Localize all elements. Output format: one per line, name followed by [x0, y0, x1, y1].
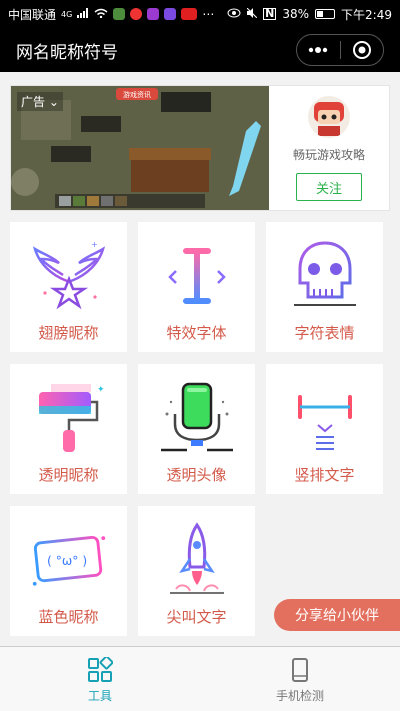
skull-icon: [285, 236, 365, 316]
vertical-text-icon: [285, 378, 365, 458]
mute-icon: [246, 7, 258, 21]
battery-percent: 38%: [282, 7, 310, 21]
nav-bar: 网名昵称符号: [0, 28, 400, 72]
close-button[interactable]: [341, 35, 384, 65]
more-notifications-icon: ⋯: [202, 7, 215, 21]
emoticon-card-icon: ( °ω° ): [29, 520, 109, 600]
ad-banner[interactable]: 游戏资讯 广告 ⌄ 畅玩游戏攻略 关注: [10, 85, 390, 211]
tool-label: 翅膀昵称: [38, 324, 99, 342]
battery-icon: [315, 9, 336, 19]
tool-tile-vertical-text[interactable]: 竖排文字: [266, 364, 383, 494]
tab-tools[interactable]: 工具: [0, 647, 200, 711]
avatar[interactable]: [308, 96, 350, 138]
text-cursor-icon: [157, 236, 237, 316]
share-button[interactable]: 分享给小伙伴: [274, 599, 400, 631]
more-button[interactable]: [297, 35, 340, 65]
app-notification-icon: [181, 8, 198, 20]
tool-label: 特效字体: [166, 324, 227, 342]
tool-tile-emoticons[interactable]: 字符表情: [266, 222, 383, 352]
tab-label: 手机检测: [275, 689, 324, 703]
emoticon-text: ( °ω° ): [46, 554, 86, 568]
clock: 下午2:49: [341, 7, 392, 22]
tool-label: 竖排文字: [294, 466, 355, 484]
tool-label: 透明昵称: [38, 466, 99, 484]
account-name: 畅玩游戏攻略: [292, 148, 365, 162]
carrier-label: 中国联通: [8, 7, 57, 22]
ad-tag[interactable]: 广告 ⌄: [17, 92, 63, 111]
chevron-down-icon: ⌄: [48, 95, 59, 109]
tool-label: 字符表情: [294, 324, 355, 342]
phone-icon: [292, 658, 308, 682]
tool-tile-scream-text[interactable]: 尖叫文字: [138, 506, 255, 636]
svg-text:✦: ✦: [97, 385, 105, 395]
avatar-image: [308, 96, 350, 138]
tool-tile-transparent-nickname[interactable]: ✦ 透明昵称: [10, 364, 127, 494]
wifi-icon: [94, 7, 108, 21]
ad-tag-label: 广告: [21, 95, 46, 109]
close-target-icon: [352, 41, 371, 59]
tool-tile-transparent-avatar[interactable]: 透明头像: [138, 364, 255, 494]
miniprogram-capsule: [296, 34, 384, 66]
nfc-icon: N: [263, 7, 277, 20]
tool-tile-blue-nickname[interactable]: ( °ω° ) 蓝色昵称: [10, 506, 127, 636]
app-notification-icon: [164, 8, 177, 20]
game-badge-text: 游戏资讯: [123, 90, 151, 99]
app-notification-icon: [130, 8, 143, 20]
more-dots-icon: [309, 47, 328, 53]
wings-star-icon: +: [29, 236, 109, 316]
follow-button[interactable]: 关注: [296, 173, 362, 201]
ad-account: 畅玩游戏攻略 关注: [269, 86, 389, 210]
tool-label: 蓝色昵称: [38, 608, 99, 626]
tab-phone-check[interactable]: 手机检测: [200, 647, 400, 711]
tool-tile-wings[interactable]: + 翅膀昵称: [10, 222, 127, 352]
signal-icon: [77, 7, 89, 21]
eye-icon: [227, 7, 241, 21]
tool-label: 尖叫文字: [166, 608, 227, 626]
tab-label: 工具: [87, 689, 112, 703]
tool-tile-fancy-font[interactable]: 特效字体: [138, 222, 255, 352]
network-type: 4G: [61, 9, 73, 19]
rocket-icon: [157, 520, 237, 600]
paint-roller-icon: ✦: [29, 378, 109, 458]
status-bar: 中国联通 4G ⋯ N 38% 下午2:49: [0, 0, 400, 28]
ad-image[interactable]: 游戏资讯 广告 ⌄: [11, 86, 269, 210]
microphone-icon: [157, 378, 237, 458]
tools-grid-icon: [88, 657, 113, 682]
app-notification-icon: [147, 8, 160, 20]
tab-bar: 工具 手机检测: [0, 646, 400, 711]
app-notification-icon: [113, 8, 126, 20]
svg-text:+: +: [91, 241, 98, 249]
page-title: 网名昵称符号: [16, 42, 118, 63]
tool-label: 透明头像: [166, 466, 227, 484]
